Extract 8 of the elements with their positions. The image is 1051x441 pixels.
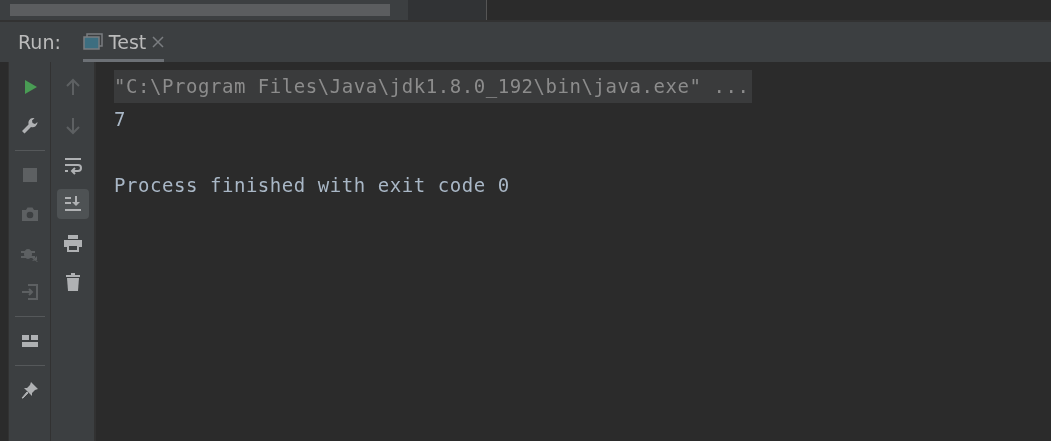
window-icon [82,33,103,51]
run-label: Run: [18,31,61,53]
close-icon[interactable] [152,36,165,48]
exit-message: Process finished with exit code 0 [114,174,510,196]
scroll-to-end-icon[interactable] [56,189,89,219]
output-line: 7 [114,108,126,130]
run-tab[interactable]: Test [82,22,165,62]
scrollbar[interactable] [10,4,390,16]
